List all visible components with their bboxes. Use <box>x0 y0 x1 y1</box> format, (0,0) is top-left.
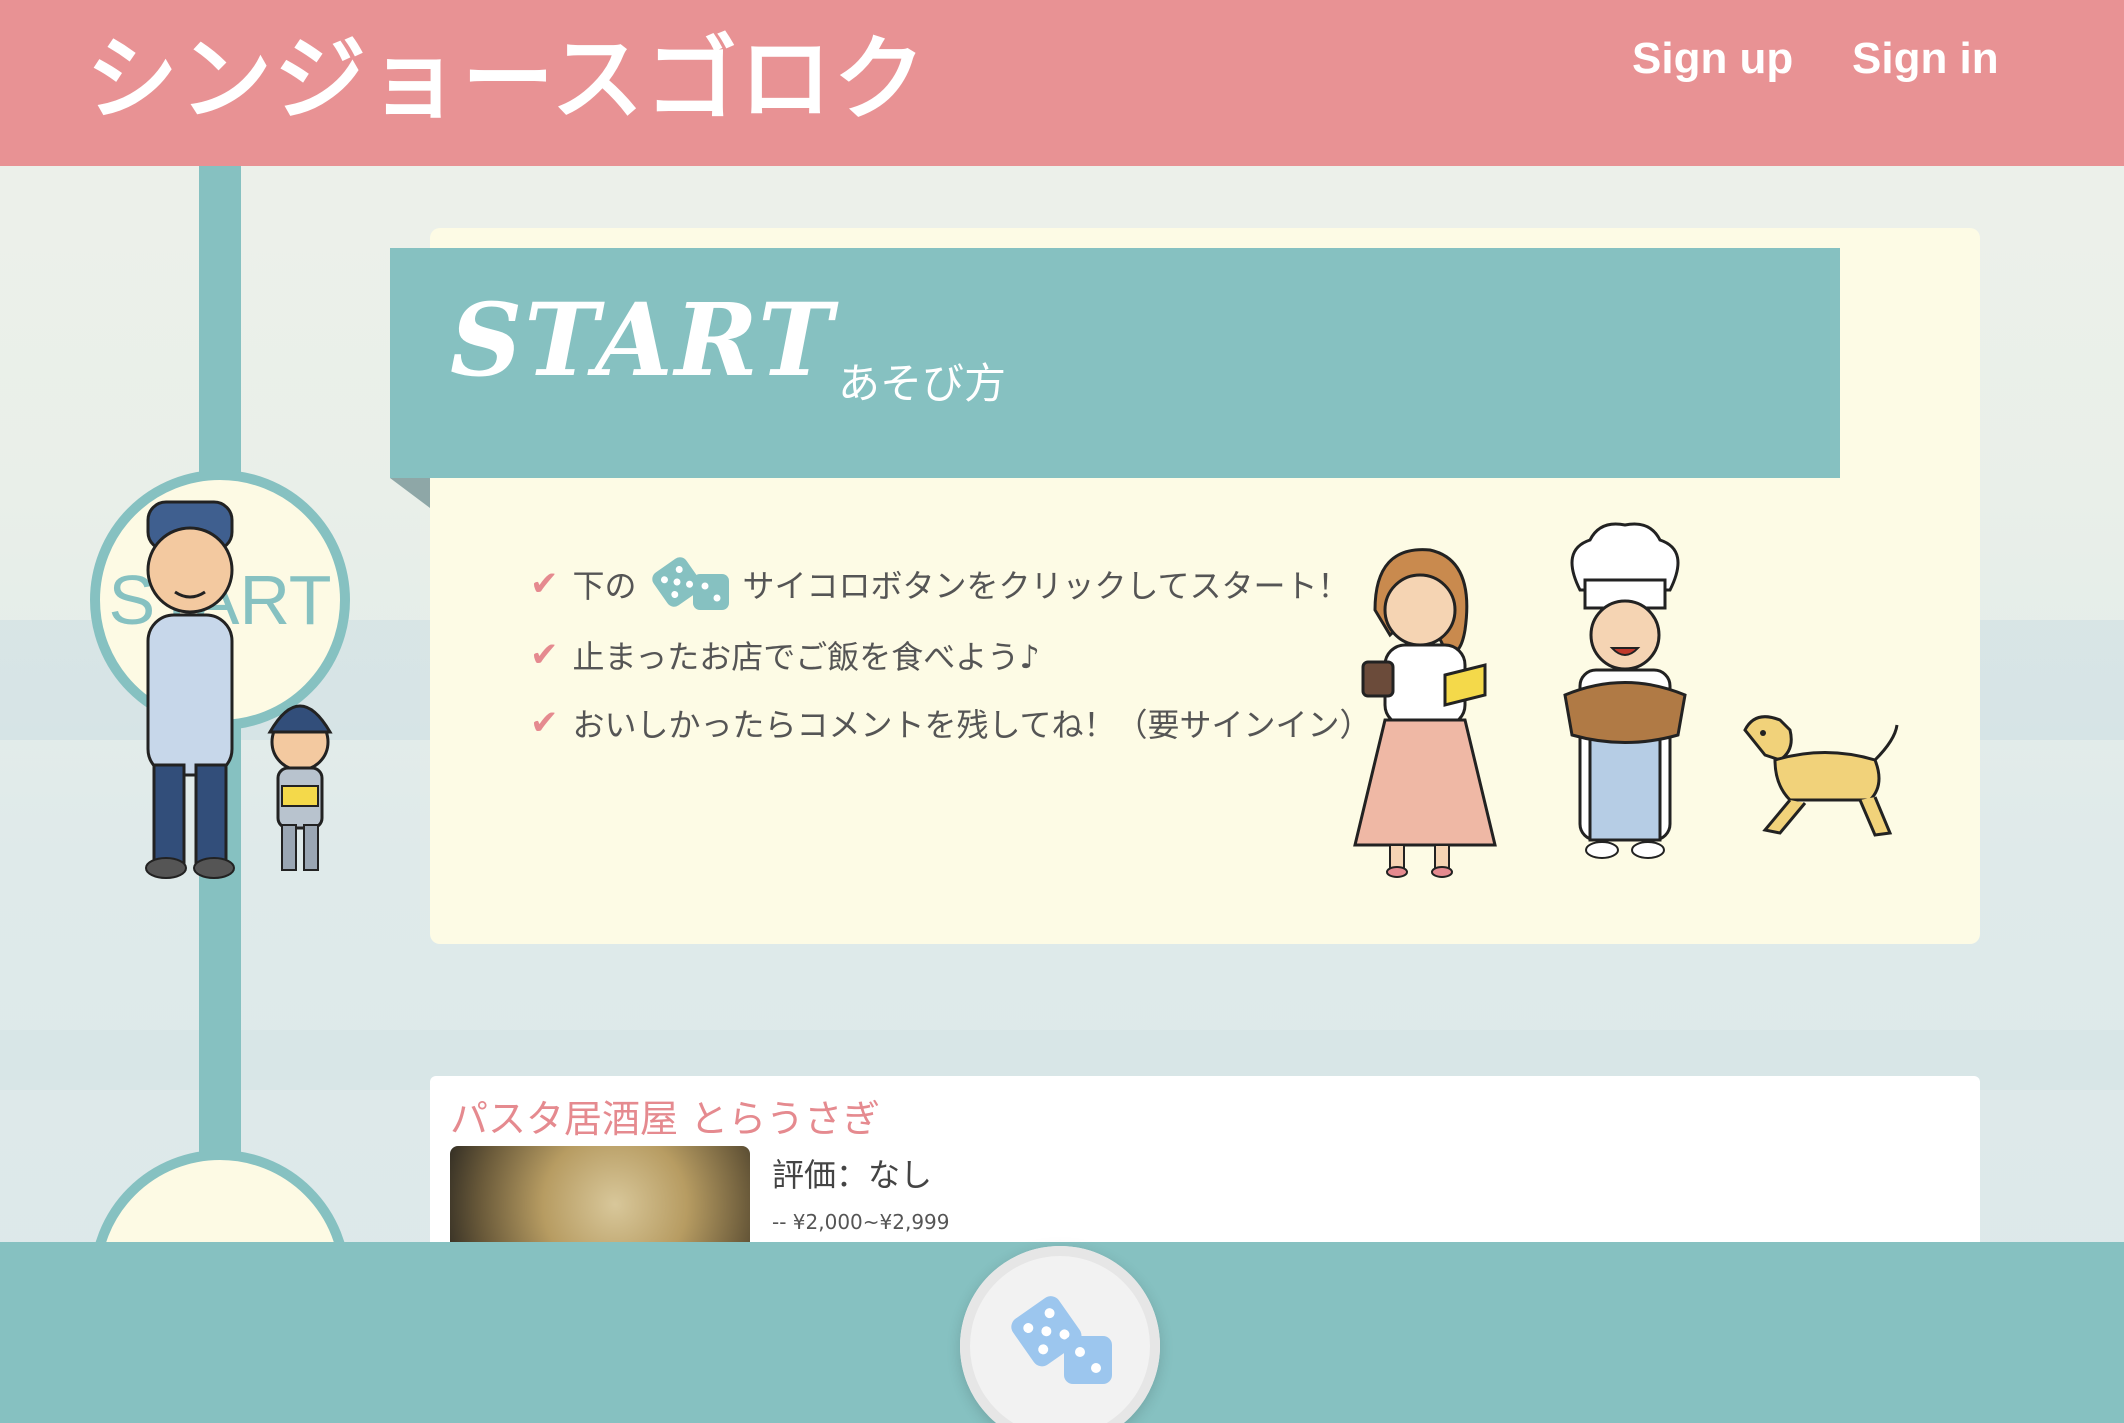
top-header: シンジョースゴロク Sign up Sign in <box>0 0 2124 166</box>
dice-icon <box>651 557 729 610</box>
rule-text: 下の <box>572 567 637 605</box>
rule-text: サイコロボタンをクリックしてスタート！ <box>742 567 1350 605</box>
signup-link[interactable]: Sign up <box>1632 34 1793 84</box>
shop-name[interactable]: パスタ居酒屋 とらうさぎ <box>450 1088 880 1143</box>
banner-fold <box>390 478 430 508</box>
father-child-illustration <box>145 500 333 879</box>
shop-price: -- ¥2,000~¥2,999 <box>772 1210 950 1234</box>
rule-item: ✔ 下の サイコロボタンをクリックしてスタート！ <box>530 552 1350 616</box>
signin-link[interactable]: Sign in <box>1852 34 1999 84</box>
check-icon: ✔ <box>530 635 559 675</box>
site-logo[interactable]: シンジョースゴロク <box>86 34 927 126</box>
rule-text: 止まったお店でご飯を食べよう♪ <box>572 638 1040 676</box>
start-subtitle: あそび方 <box>838 359 1007 408</box>
dice-icon <box>1011 1296 1112 1384</box>
woman-illustration <box>1353 548 1497 878</box>
rule-item: ✔ 止まったお店でご飯を食べよう♪ <box>530 632 1040 678</box>
check-icon: ✔ <box>530 564 559 604</box>
rule-text: おいしかったらコメントを残してね！（要サインイン） <box>572 706 1372 744</box>
rule-item: ✔ おいしかったらコメントを残してね！（要サインイン） <box>530 700 1372 746</box>
start-title: START <box>450 281 835 399</box>
dog-illustration <box>1743 715 1899 837</box>
check-icon: ✔ <box>530 703 559 743</box>
chef-illustration <box>1563 522 1687 859</box>
shop-rating: 評価：なし <box>772 1156 933 1194</box>
